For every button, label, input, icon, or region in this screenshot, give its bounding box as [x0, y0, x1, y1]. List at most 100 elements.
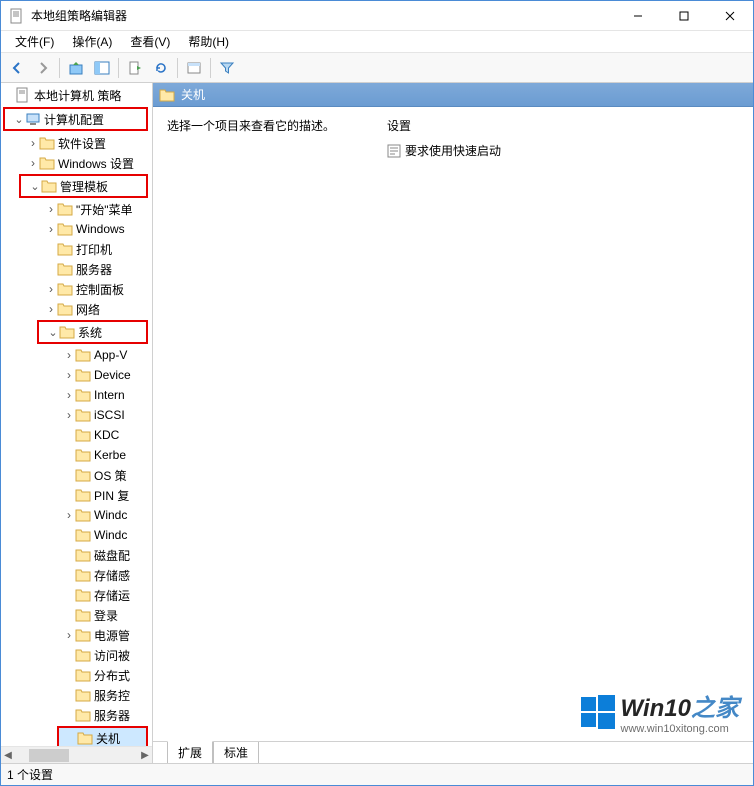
expand-icon[interactable] [27, 156, 39, 170]
tree-printers[interactable]: 打印机 [1, 239, 152, 259]
folder-icon [75, 367, 91, 383]
expand-icon[interactable] [63, 628, 75, 642]
tree-start-menu[interactable]: "开始"菜单 [1, 199, 152, 219]
tree-software-settings[interactable]: 软件设置 [1, 133, 152, 153]
setting-item[interactable]: 要求使用快速启动 [387, 142, 739, 159]
menu-action[interactable]: 操作(A) [64, 31, 120, 52]
tree-kerberos[interactable]: Kerbe [1, 445, 152, 465]
expand-icon[interactable] [45, 282, 57, 296]
tree-power-mgmt[interactable]: 电源管 [1, 625, 152, 645]
folder-icon [75, 527, 91, 543]
policy-icon [15, 87, 31, 103]
folder-icon [57, 201, 73, 217]
tree-pin-recovery[interactable]: PIN 复 [1, 485, 152, 505]
forward-button[interactable] [31, 56, 55, 80]
expand-icon[interactable] [63, 388, 75, 402]
show-hide-tree-button[interactable] [90, 56, 114, 80]
tree-system[interactable]: 系统 [39, 322, 146, 342]
folder-icon [75, 487, 91, 503]
tab-standard[interactable]: 标准 [213, 742, 259, 763]
scroll-right-icon[interactable]: ▶ [138, 750, 152, 761]
expand-icon[interactable] [47, 326, 59, 339]
title-bar: 本地组策略编辑器 [1, 1, 753, 31]
tree-server[interactable]: 服务器 [1, 259, 152, 279]
folder-icon [39, 135, 55, 151]
maximize-button[interactable] [661, 1, 707, 30]
tree-internet[interactable]: Intern [1, 385, 152, 405]
tree-storage-sense[interactable]: 存储感 [1, 565, 152, 585]
tree-iscsi[interactable]: iSCSI [1, 405, 152, 425]
toolbar-separator [118, 58, 119, 78]
up-button[interactable] [64, 56, 88, 80]
computer-icon [25, 111, 41, 127]
tab-extended[interactable]: 扩展 [167, 741, 213, 763]
tree-computer-config[interactable]: 计算机配置 [5, 109, 146, 129]
tree-logon[interactable]: 登录 [1, 605, 152, 625]
tree-appv[interactable]: App-V [1, 345, 152, 365]
tree-disk-quota[interactable]: 磁盘配 [1, 545, 152, 565]
tree-control-panel[interactable]: 控制面板 [1, 279, 152, 299]
folder-icon [57, 241, 73, 257]
expand-icon[interactable] [45, 302, 57, 316]
folder-icon [57, 261, 73, 277]
expand-icon[interactable] [27, 136, 39, 150]
folder-icon [75, 647, 91, 663]
folder-icon [75, 627, 91, 643]
expand-icon[interactable] [45, 202, 57, 216]
app-icon [9, 8, 25, 24]
tree-service-mgmt[interactable]: 服务器 [1, 705, 152, 725]
tree-windc2[interactable]: Windc [1, 525, 152, 545]
tree-os-policy[interactable]: OS 策 [1, 465, 152, 485]
detail-title: 关机 [181, 86, 205, 103]
window-title: 本地组策略编辑器 [31, 7, 615, 24]
filter-button[interactable] [215, 56, 239, 80]
menu-file[interactable]: 文件(F) [7, 31, 62, 52]
column-header-setting[interactable]: 设置 [387, 117, 739, 134]
tree-storage-health[interactable]: 存储运 [1, 585, 152, 605]
back-button[interactable] [5, 56, 29, 80]
tree-root[interactable]: 本地计算机 策略 [1, 85, 152, 105]
tree-network[interactable]: 网络 [1, 299, 152, 319]
tree-distributed[interactable]: 分布式 [1, 665, 152, 685]
expand-icon[interactable] [29, 180, 41, 193]
expand-icon[interactable] [63, 348, 75, 362]
expand-icon[interactable] [63, 508, 75, 522]
expand-icon[interactable] [63, 368, 75, 382]
scroll-left-icon[interactable]: ◀ [1, 750, 15, 761]
folder-icon [75, 467, 91, 483]
folder-icon [75, 667, 91, 683]
export-button[interactable] [123, 56, 147, 80]
close-button[interactable] [707, 1, 753, 30]
folder-icon [75, 587, 91, 603]
tree-kdc[interactable]: KDC [1, 425, 152, 445]
folder-icon [57, 301, 73, 317]
minimize-button[interactable] [615, 1, 661, 30]
folder-icon [75, 447, 91, 463]
tree-shutdown[interactable]: 关机 [59, 728, 146, 746]
properties-button[interactable] [182, 56, 206, 80]
folder-icon [57, 221, 73, 237]
folder-icon [75, 387, 91, 403]
expand-icon[interactable] [63, 408, 75, 422]
tree-windows-components[interactable]: Windows [1, 219, 152, 239]
scroll-thumb[interactable] [29, 749, 69, 762]
menu-view[interactable]: 查看(V) [122, 31, 178, 52]
folder-icon [77, 730, 93, 746]
expand-icon[interactable] [45, 222, 57, 236]
status-text: 1 个设置 [7, 766, 53, 783]
tree-server-mgr[interactable]: 服务控 [1, 685, 152, 705]
menu-help[interactable]: 帮助(H) [180, 31, 237, 52]
folder-icon [75, 707, 91, 723]
expand-icon[interactable] [13, 113, 25, 126]
folder-icon [75, 547, 91, 563]
toolbar-separator [210, 58, 211, 78]
tree-windows-settings[interactable]: Windows 设置 [1, 153, 152, 173]
tree-windc1[interactable]: Windc [1, 505, 152, 525]
tree-device[interactable]: Device [1, 365, 152, 385]
tree-horizontal-scrollbar[interactable]: ◀ ▶ [1, 746, 152, 763]
detail-header: 关机 [153, 83, 753, 107]
refresh-button[interactable] [149, 56, 173, 80]
tree-access-denied[interactable]: 访问被 [1, 645, 152, 665]
folder-icon [41, 178, 57, 194]
tree-admin-templates[interactable]: 管理模板 [21, 176, 146, 196]
